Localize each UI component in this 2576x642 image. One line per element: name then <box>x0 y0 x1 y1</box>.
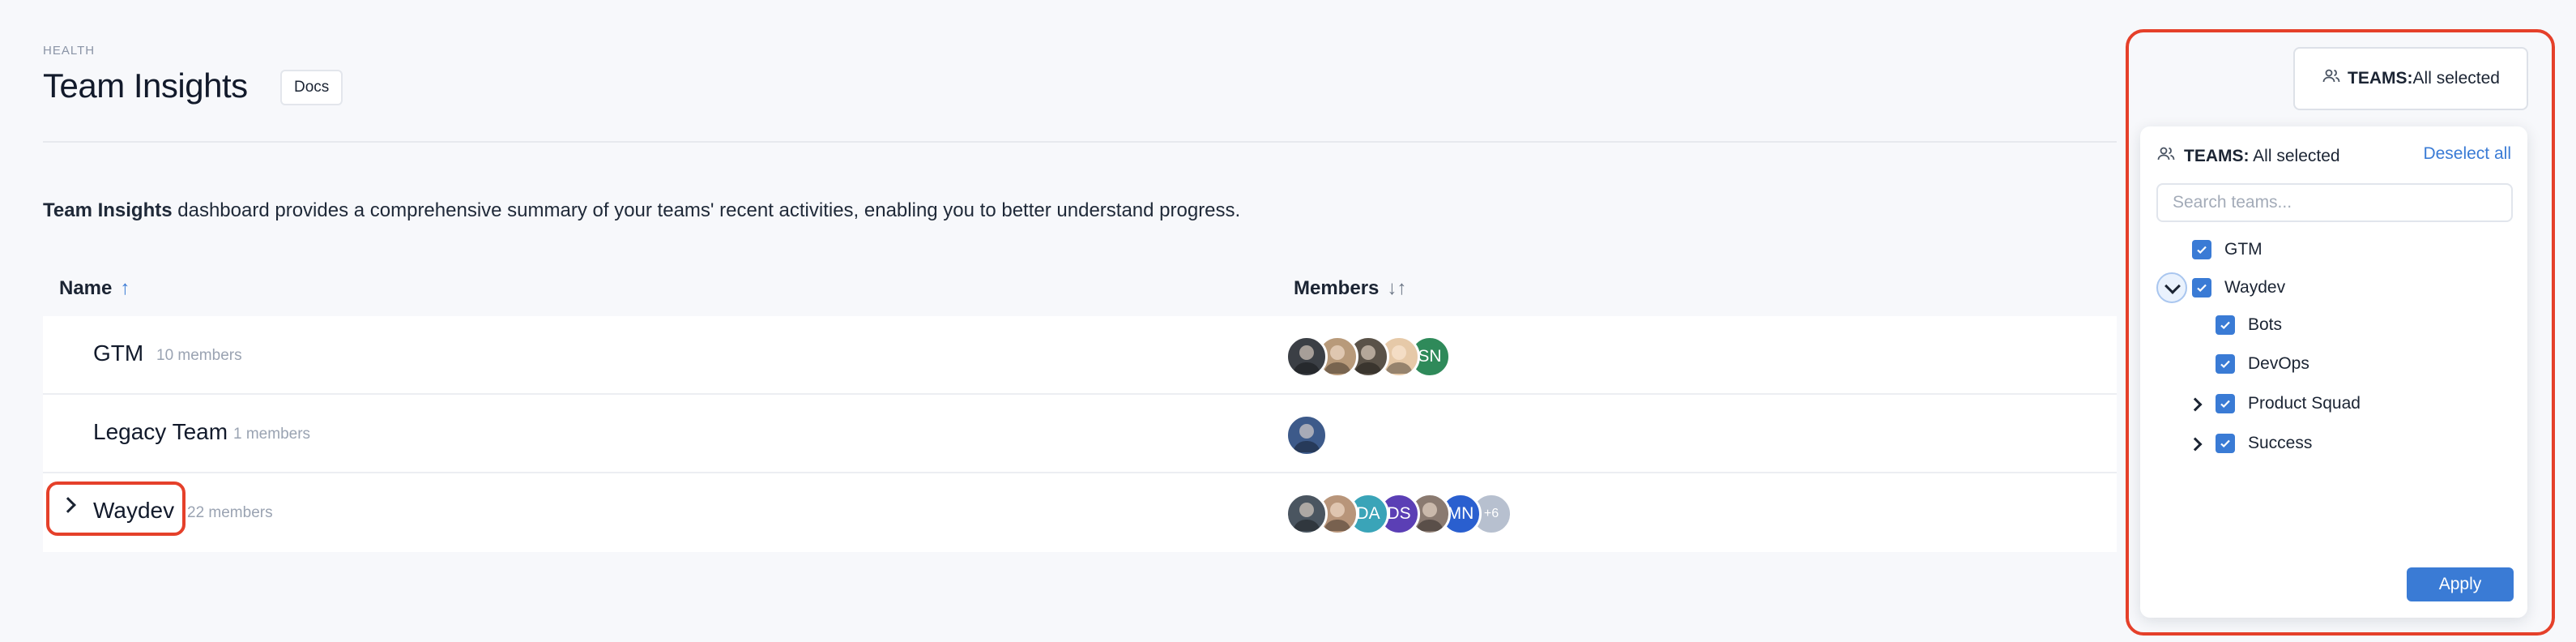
checkbox[interactable] <box>2216 434 2235 453</box>
table-row[interactable]: Legacy Team 1 members <box>43 395 2117 473</box>
dropdown-header: TEAMS: All selected <box>2156 144 2340 169</box>
description-bold: Team Insights <box>43 199 173 221</box>
docs-button[interactable]: Docs <box>280 70 343 105</box>
team-option-label: GTM <box>2224 240 2263 259</box>
users-icon <box>2156 144 2176 169</box>
team-name[interactable]: GTM <box>93 340 143 366</box>
member-avatars: DA DS MN +6 <box>1286 493 1512 535</box>
team-option-product-squad[interactable]: Product Squad <box>2216 394 2361 413</box>
dropdown-header-label: TEAMS: <box>2184 147 2250 165</box>
team-option-bots[interactable]: Bots <box>2216 315 2282 335</box>
description-text: dashboard provides a comprehensive summa… <box>172 199 1241 221</box>
column-name-label: Name <box>59 277 113 299</box>
breadcrumb: HEALTH <box>43 44 96 58</box>
avatar[interactable] <box>1286 336 1328 378</box>
team-option-label: Product Squad <box>2248 394 2361 413</box>
sort-icon: ↓↑ <box>1387 277 1407 299</box>
member-count: 22 members <box>187 504 273 521</box>
teams-dropdown: TEAMS: All selected Deselect all GTM Way… <box>2140 126 2527 618</box>
team-option-label: DevOps <box>2248 354 2309 373</box>
checkbox[interactable] <box>2216 394 2235 413</box>
page-description: Team Insights dashboard provides a compr… <box>43 199 1240 222</box>
teams-button-label: TEAMS: <box>2348 69 2413 88</box>
chevron-down-icon[interactable] <box>2156 272 2187 303</box>
teams-button-value: All selected <box>2412 69 2500 88</box>
team-option-label: Bots <box>2248 315 2283 334</box>
team-option-label: Waydev <box>2224 278 2286 297</box>
avatar[interactable] <box>1286 493 1328 535</box>
member-avatars <box>1286 414 1328 456</box>
apply-button[interactable]: Apply <box>2407 567 2514 601</box>
column-members-label: Members <box>1294 277 1380 299</box>
checkbox[interactable] <box>2216 315 2235 335</box>
arrow-up-icon: ↑ <box>120 277 130 299</box>
member-count: 1 members <box>233 426 311 443</box>
table-row[interactable]: GTM 10 members SN <box>43 316 2117 395</box>
teams-table: GTM 10 members SN Legacy Team 1 members … <box>43 316 2117 552</box>
team-option-success[interactable]: Success <box>2216 434 2312 453</box>
search-teams-input[interactable] <box>2156 183 2513 222</box>
checkbox[interactable] <box>2192 240 2211 259</box>
deselect-all-link[interactable]: Deselect all <box>2423 144 2511 164</box>
team-option-label: Success <box>2248 434 2313 452</box>
team-option-waydev[interactable]: Waydev <box>2192 278 2285 297</box>
chevron-right-icon[interactable] <box>2188 397 2203 412</box>
page-title: Team Insights <box>43 66 248 105</box>
table-row[interactable]: Waydev 22 members DA DS MN +6 <box>43 473 2117 552</box>
member-avatars: SN <box>1286 336 1451 378</box>
dropdown-header-value: All selected <box>2249 147 2340 165</box>
member-count: 10 members <box>156 347 242 364</box>
checkbox[interactable] <box>2192 278 2211 297</box>
chevron-right-icon[interactable] <box>2188 437 2203 452</box>
team-name[interactable]: Legacy Team <box>93 419 228 445</box>
column-header-name[interactable]: Name ↑ <box>59 277 130 300</box>
avatar[interactable] <box>1286 414 1328 456</box>
column-header-members[interactable]: Members ↓↑ <box>1294 277 1406 300</box>
team-option-devops[interactable]: DevOps <box>2216 354 2309 374</box>
checkbox[interactable] <box>2216 354 2235 374</box>
waydev-highlight <box>46 481 186 536</box>
teams-filter-button[interactable]: TEAMS:All selected <box>2293 47 2528 110</box>
team-option-gtm[interactable]: GTM <box>2192 240 2263 259</box>
header-divider <box>43 141 2117 143</box>
users-icon <box>2322 66 2341 91</box>
